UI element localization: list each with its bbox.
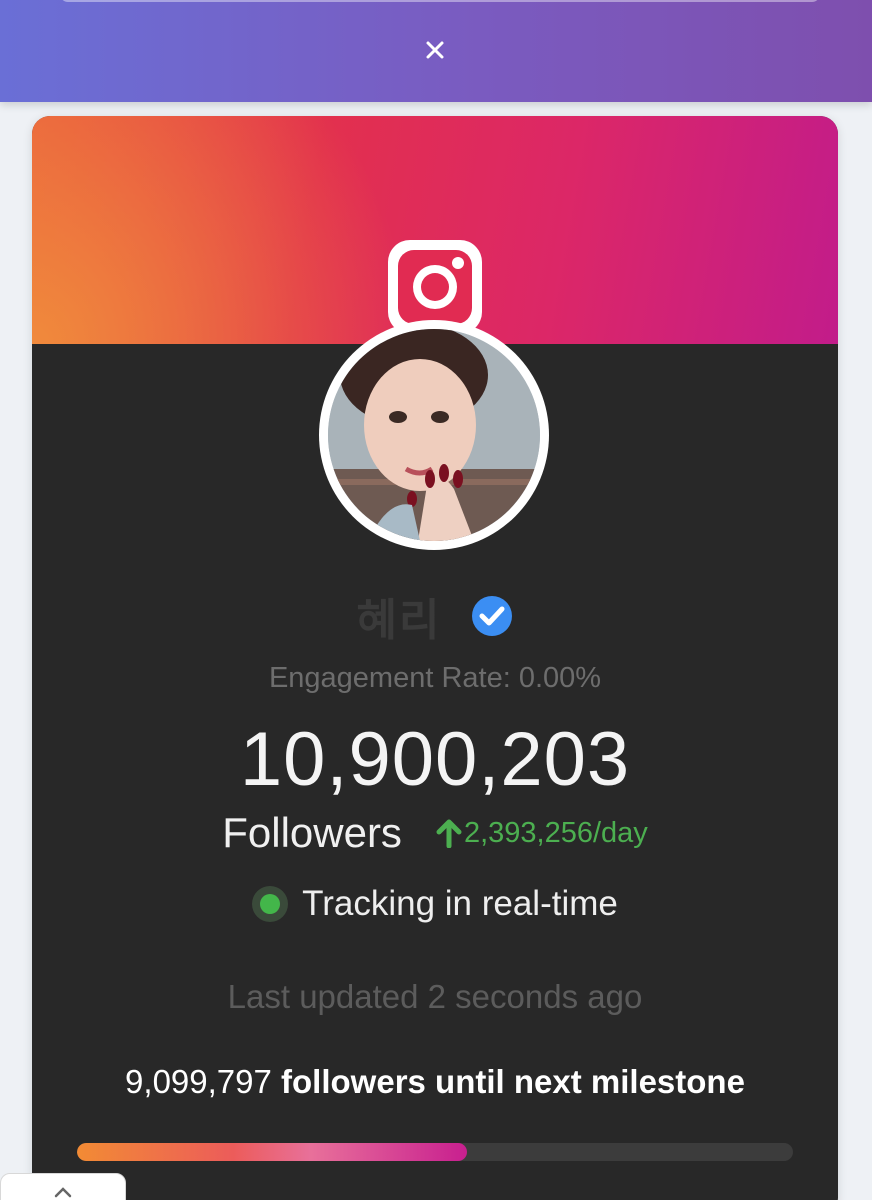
close-icon — [426, 41, 444, 59]
close-button[interactable] — [419, 34, 451, 66]
milestone-progress-bar — [77, 1143, 793, 1161]
avatar — [319, 320, 549, 550]
top-banner — [0, 0, 872, 102]
profile-card: 혜리 Engagement Rate: 0.00% 10,900,203 Fol… — [32, 116, 838, 1200]
live-dot-icon — [252, 886, 289, 922]
profile-name-row: 혜리 — [32, 586, 838, 646]
arrow-up-icon — [436, 819, 462, 848]
milestone-text: 9,099,797 followers until next milestone — [32, 1063, 838, 1101]
tracking-status: Tracking in real-time — [32, 884, 838, 924]
avatar-photo — [328, 329, 540, 541]
scroll-up-tab[interactable] — [0, 1173, 126, 1200]
banner-search-pill — [60, 0, 820, 2]
chevron-up-icon — [54, 1187, 72, 1198]
followers-label: Followers — [222, 809, 402, 856]
profile-name: 혜리 — [356, 595, 442, 646]
daily-growth: 2,393,256/day — [436, 817, 648, 850]
verified-badge-icon — [472, 596, 513, 636]
milestone-label: followers until next milestone — [281, 1063, 745, 1100]
engagement-rate: Engagement Rate: 0.00% — [268, 662, 602, 694]
last-updated: Last updated 2 seconds ago — [227, 978, 643, 1015]
milestone-progress-fill — [77, 1143, 468, 1161]
followers-row: Followers 2,393,256/day — [32, 809, 838, 857]
tracking-text: Tracking in real-time — [302, 884, 618, 923]
followers-count: 10,900,203 — [239, 717, 631, 802]
milestone-remaining: 9,099,797 — [125, 1063, 272, 1100]
daily-growth-value: 2,393,256/day — [463, 816, 648, 849]
